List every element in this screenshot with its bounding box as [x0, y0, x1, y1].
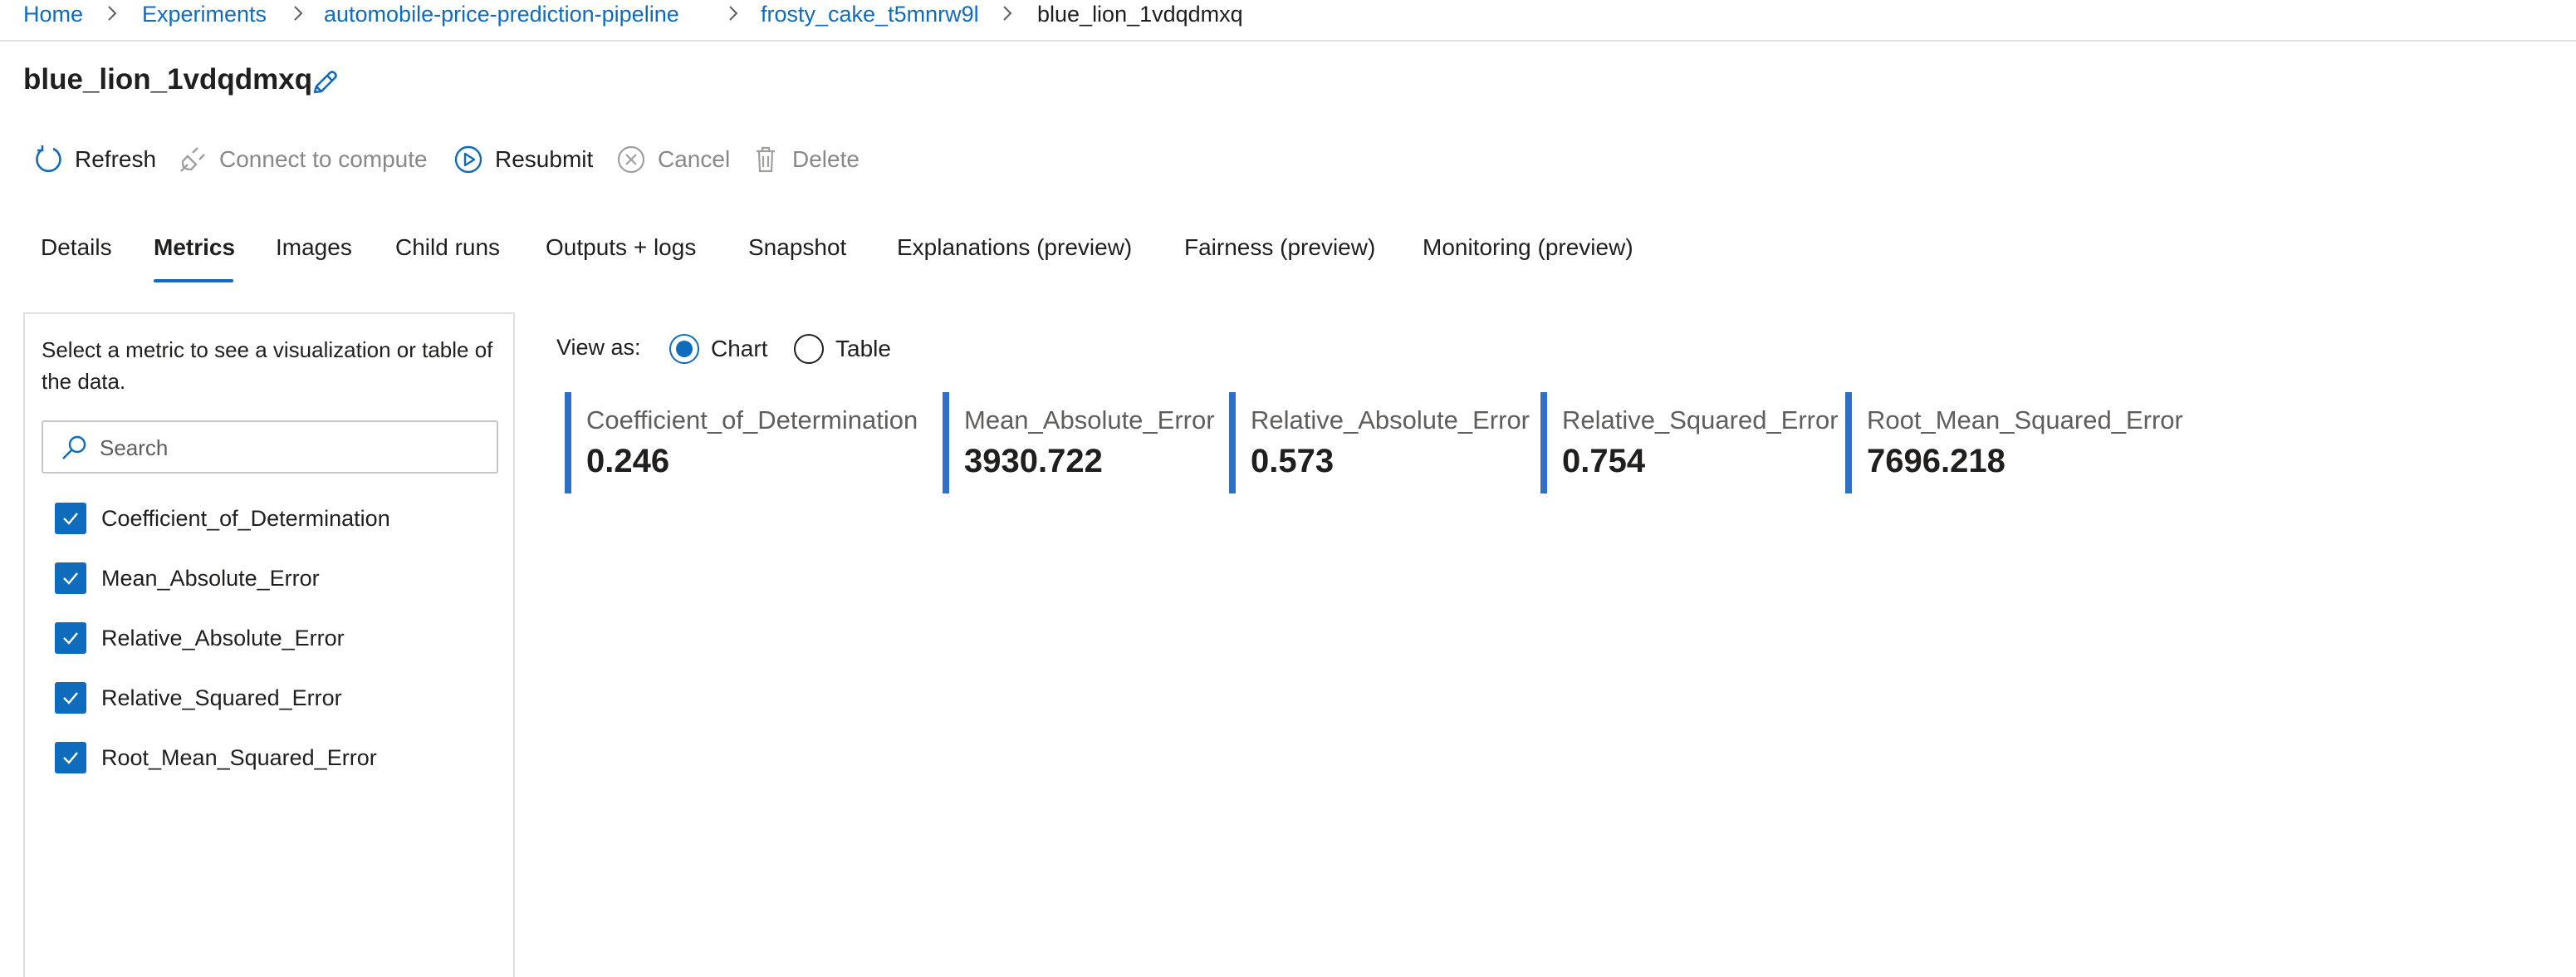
metric-card-value: 7696.218	[1867, 443, 2005, 479]
metric-checkbox-label: Relative_Squared_Error	[101, 685, 342, 710]
metric-card: Relative_Absolute_Error 0.573	[1229, 392, 1530, 493]
metric-checkbox-label: Mean_Absolute_Error	[101, 565, 320, 591]
page-title: blue_lion_1vdqdmxq	[23, 63, 313, 96]
metric-checkbox-row[interactable]: Root_Mean_Squared_Error	[55, 741, 377, 774]
pencil-icon[interactable]	[309, 66, 340, 98]
delete-button[interactable]: Delete	[751, 143, 859, 176]
metric-checkbox-label: Root_Mean_Squared_Error	[101, 744, 377, 770]
view-as-chart-radio[interactable]: Chart	[669, 332, 767, 366]
metric-card-name: Relative_Absolute_Error	[1251, 405, 1530, 434]
view-as-label: View as:	[556, 335, 641, 360]
checkbox-checked-icon[interactable]	[55, 622, 86, 654]
tab-snapshot[interactable]: Snapshot	[748, 233, 846, 263]
breadcrumb-current: blue_lion_1vdqdmxq	[1037, 2, 1243, 27]
chevron-right-icon	[1002, 5, 1013, 22]
connect-to-compute-button[interactable]: Connect to compute	[178, 143, 428, 176]
tab-metrics[interactable]: Metrics	[154, 233, 235, 263]
breadcrumb-home[interactable]: Home	[23, 0, 83, 28]
checkbox-checked-icon[interactable]	[55, 742, 86, 773]
radio-table-label: Table	[835, 336, 891, 361]
search-box	[42, 420, 498, 474]
radio-unselected-icon[interactable]	[794, 334, 824, 364]
radio-chart-label: Chart	[711, 336, 768, 361]
metric-card-name: Relative_Squared_Error	[1562, 405, 1839, 434]
checkbox-checked-icon[interactable]	[55, 503, 86, 534]
trash-icon	[751, 145, 781, 174]
metric-card: Relative_Squared_Error 0.754	[1540, 392, 1839, 493]
tab-child-runs[interactable]: Child runs	[395, 233, 500, 263]
tab-images[interactable]: Images	[276, 233, 352, 263]
active-tab-indicator	[154, 279, 233, 282]
metric-card-name: Root_Mean_Squared_Error	[1867, 405, 2183, 434]
breadcrumb-experiments[interactable]: Experiments	[142, 0, 267, 28]
plug-icon	[178, 145, 208, 174]
checkbox-checked-icon[interactable]	[55, 682, 86, 714]
breadcrumb-parent-run[interactable]: frosty_cake_t5mnrw9l	[761, 0, 979, 28]
metric-card-value: 0.246	[586, 443, 670, 479]
metric-card-value: 0.573	[1251, 443, 1335, 479]
radio-selected-icon[interactable]	[669, 334, 699, 364]
refresh-icon	[33, 145, 63, 174]
connect-label: Connect to compute	[219, 146, 428, 172]
tab-details[interactable]: Details	[41, 233, 112, 263]
delete-label: Delete	[792, 146, 859, 172]
resubmit-label: Resubmit	[495, 146, 594, 172]
metric-checkbox-row[interactable]: Relative_Absolute_Error	[55, 621, 345, 655]
metric-checkbox-row[interactable]: Relative_Squared_Error	[55, 681, 342, 714]
metric-checkbox-label: Relative_Absolute_Error	[101, 625, 345, 651]
metric-card-name: Coefficient_of_Determination	[586, 405, 918, 434]
view-as-table-radio[interactable]: Table	[794, 332, 891, 366]
metric-checkbox-row[interactable]: Coefficient_of_Determination	[55, 502, 390, 535]
metric-checkbox-label: Coefficient_of_Determination	[101, 505, 390, 531]
metric-card: Mean_Absolute_Error 3930.722	[943, 392, 1215, 493]
tab-explanations[interactable]: Explanations (preview)	[897, 233, 1132, 263]
cancel-label: Cancel	[658, 146, 731, 172]
breadcrumb-pipeline[interactable]: automobile-price-prediction-pipeline	[324, 0, 679, 28]
metric-card-name: Mean_Absolute_Error	[964, 405, 1215, 434]
refresh-label: Refresh	[75, 146, 157, 172]
search-input[interactable]	[98, 427, 483, 469]
chevron-right-icon	[727, 5, 739, 22]
metric-selection-panel: Select a metric to see a visualization o…	[23, 312, 515, 977]
checkbox-checked-icon[interactable]	[55, 562, 86, 594]
chevron-right-icon	[106, 5, 118, 22]
refresh-button[interactable]: Refresh	[33, 143, 156, 176]
tab-fairness[interactable]: Fairness (preview)	[1184, 233, 1375, 263]
chevron-right-icon	[292, 5, 304, 22]
panel-description: Select a metric to see a visualization o…	[42, 337, 493, 394]
search-icon	[60, 434, 88, 462]
play-circle-icon	[453, 145, 483, 174]
metric-card-value: 0.754	[1562, 443, 1646, 479]
metric-card: Root_Mean_Squared_Error 7696.218	[1845, 392, 2183, 493]
tab-monitoring[interactable]: Monitoring (preview)	[1423, 233, 1633, 263]
metric-checkbox-row[interactable]: Mean_Absolute_Error	[55, 562, 320, 595]
resubmit-button[interactable]: Resubmit	[453, 143, 593, 176]
metric-card: Coefficient_of_Determination 0.246	[565, 392, 918, 493]
cancel-circle-icon	[616, 145, 646, 174]
breadcrumb: Home Experiments automobile-price-predic…	[0, 0, 2576, 42]
tab-outputs-logs[interactable]: Outputs + logs	[546, 233, 696, 263]
metric-card-value: 3930.722	[964, 443, 1103, 479]
cancel-button[interactable]: Cancel	[616, 143, 730, 176]
